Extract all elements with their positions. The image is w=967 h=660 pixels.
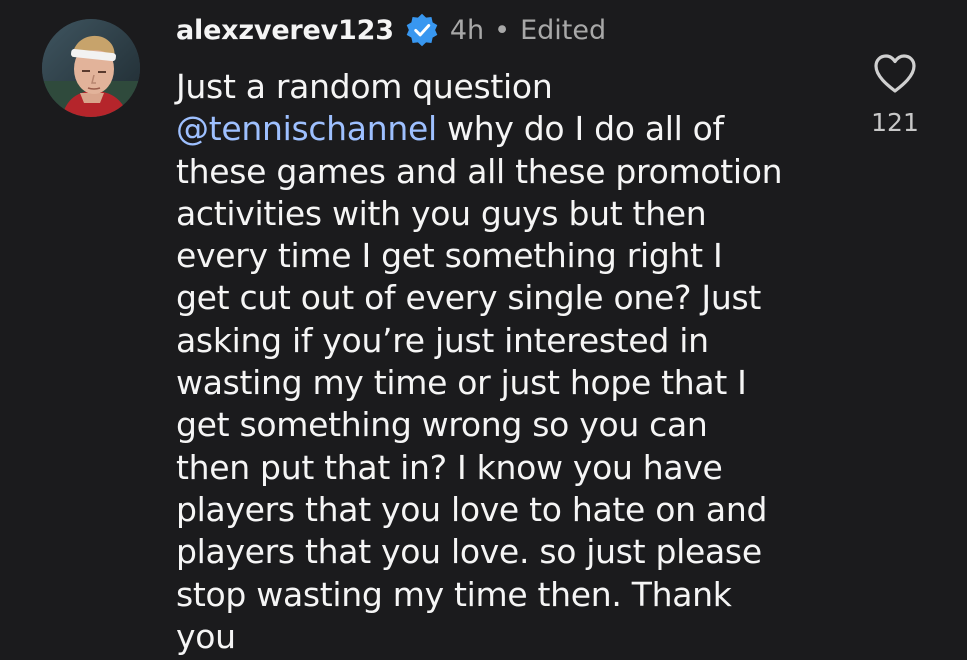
comment-line-text: activities with you guys but then — [176, 193, 707, 233]
meta-separator: • — [494, 14, 511, 46]
comment-line: stop wasting my time then. Thank — [176, 574, 836, 616]
comment-line: activities with you guys but then — [176, 193, 836, 235]
edited-label: Edited — [520, 14, 607, 46]
comment-line: @tennischannel why do I do all of — [176, 108, 836, 150]
comment-text: Just a random question @tennischannel why… — [176, 66, 836, 658]
comment-line-text: wasting my time or just hope that I — [176, 363, 747, 403]
profile-photo — [42, 19, 140, 117]
comment-line: every time I get something right I — [176, 235, 836, 277]
comment-line: asking if you’re just interested in — [176, 320, 836, 362]
comment-line: get something wrong so you can — [176, 404, 836, 446]
like-count: 121 — [871, 108, 919, 137]
comment-line-text: get something wrong so you can — [176, 405, 708, 445]
comment-line: get cut out of every single one? Just — [176, 277, 836, 319]
comment-line: these games and all these promotion — [176, 151, 836, 193]
comment-line: then put that in? I know you have — [176, 447, 836, 489]
comment-line: players that you love. so just please — [176, 531, 836, 573]
comment-line-text: asking if you’re just interested in — [176, 320, 709, 360]
comment-line-text: why do I do all of — [436, 109, 724, 149]
comment-line: players that you love to hate on and — [176, 489, 836, 531]
mention-link[interactable]: @tennischannel — [176, 109, 437, 148]
heart-outline-icon[interactable] — [872, 52, 918, 94]
comment: alexzverev123 4h • Edited Just a random … — [0, 0, 967, 660]
comment-header: alexzverev123 4h • Edited — [176, 10, 606, 50]
avatar[interactable] — [42, 19, 140, 117]
comment-line-text: you — [176, 616, 236, 656]
comment-line-text: get cut out of every single one? Just — [176, 278, 761, 318]
comment-line: you — [176, 616, 836, 658]
comment-line-text: players that you love to hate on and — [176, 489, 768, 529]
username[interactable]: alexzverev123 — [176, 15, 394, 46]
comment-line-text: stop wasting my time then. Thank — [176, 574, 732, 614]
comment-line-text: Just a random question — [176, 67, 553, 106]
verified-badge-icon — [406, 13, 438, 47]
comment-line-text: then put that in? I know you have — [176, 447, 723, 487]
comment-line-text: players that you love. so just please — [176, 532, 762, 572]
timestamp: 4h — [449, 14, 485, 46]
comment-line-text: every time I get something right I — [176, 236, 723, 276]
comment-line: wasting my time or just hope that I — [176, 362, 836, 404]
comment-line: Just a random question — [176, 66, 836, 108]
comment-line-text: these games and all these promotion — [176, 151, 783, 191]
